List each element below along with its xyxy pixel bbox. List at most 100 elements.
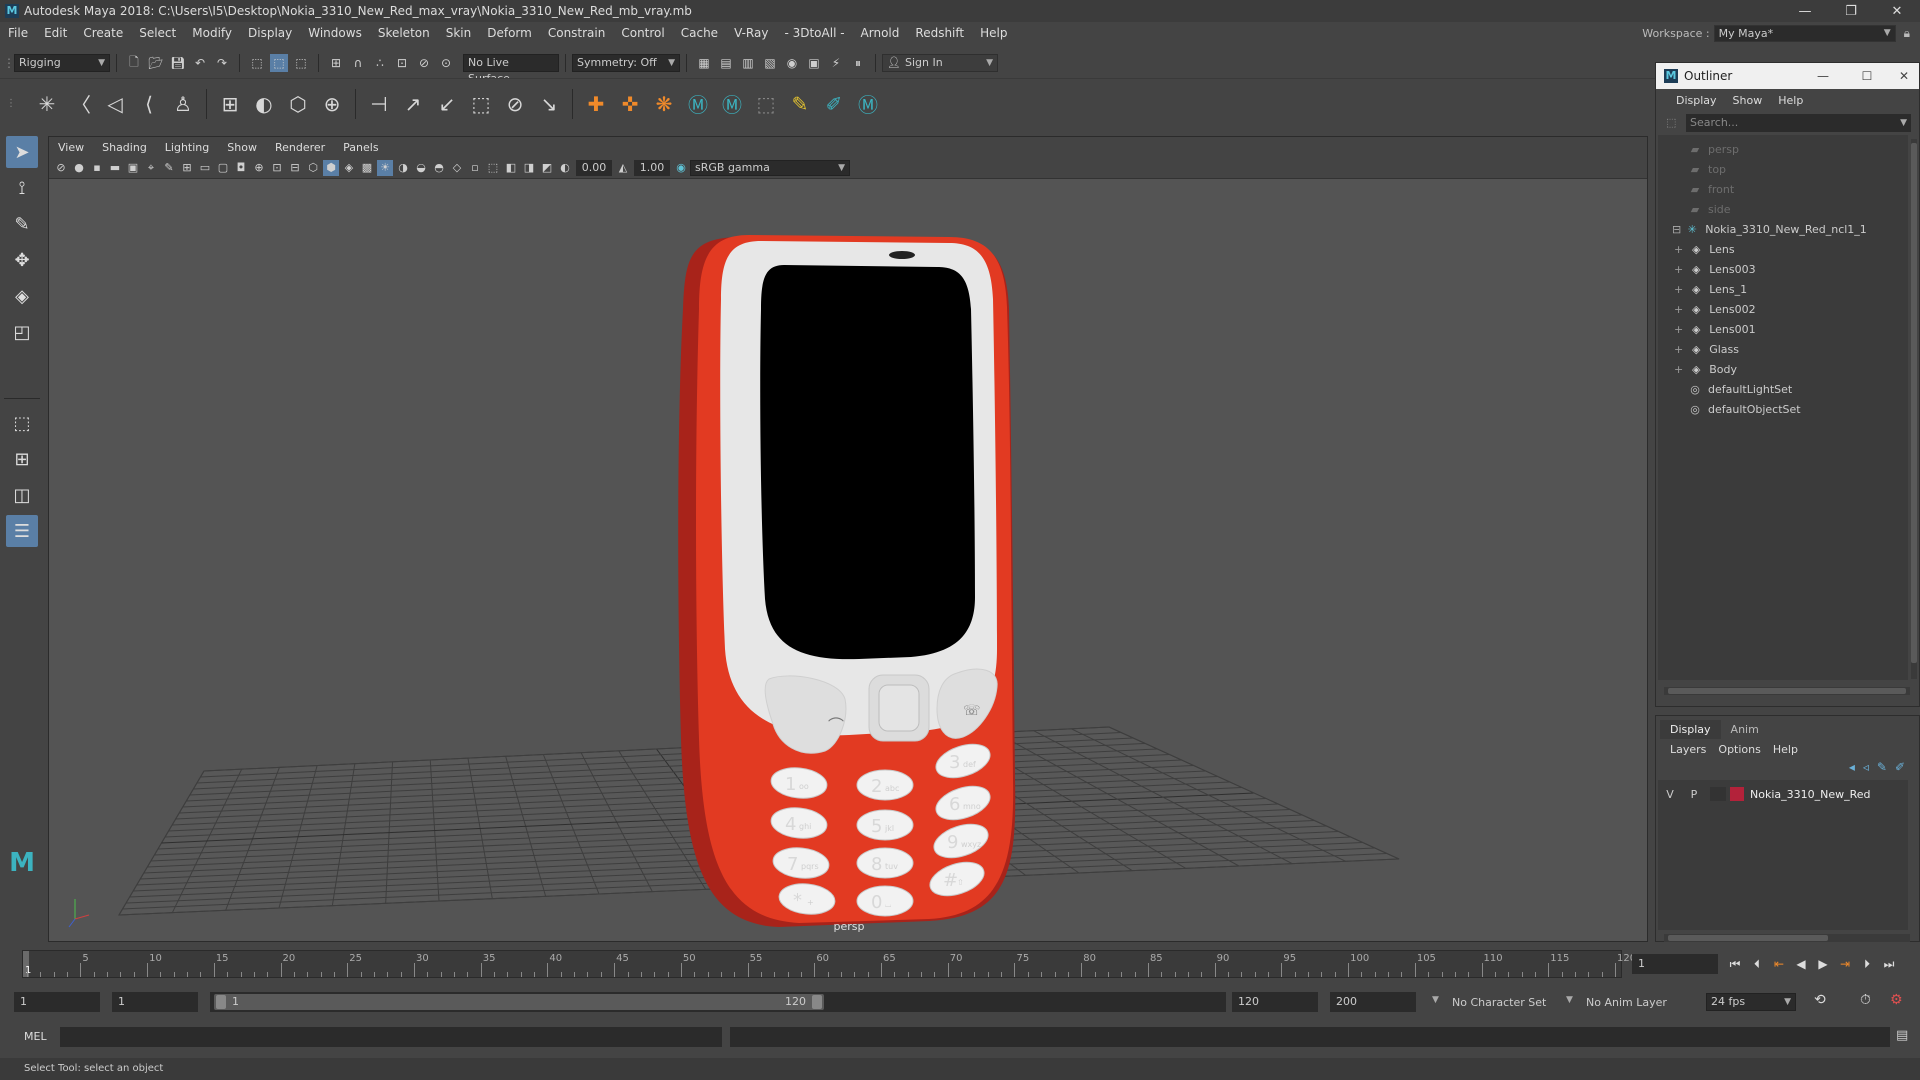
redo-icon[interactable]: ↷: [213, 54, 231, 72]
paint-select-icon[interactable]: ✎: [6, 208, 38, 240]
create-joint-icon[interactable]: ✳︎: [32, 89, 62, 119]
layer-row[interactable]: V P Nokia_3310_New_Red: [1658, 784, 1908, 804]
outliner-item[interactable]: ▰ front: [1658, 179, 1908, 199]
single-view-icon[interactable]: ⬚: [6, 407, 38, 439]
layer-visibility-toggle[interactable]: V: [1658, 788, 1682, 801]
scale-tool-icon[interactable]: ◰: [6, 316, 38, 348]
snap-point-icon[interactable]: ∴: [371, 54, 389, 72]
loop-icon[interactable]: ⟲: [1814, 992, 1826, 1008]
maximize-button[interactable]: ☐: [1845, 69, 1889, 83]
collapse-icon[interactable]: ⊟: [1672, 223, 1681, 236]
filter-icon[interactable]: ⬚: [1666, 116, 1676, 129]
nokia-phone-model[interactable]: ⌒ ☏ 1 oo 2 abc 3 def 4 ghi 5 jkl 6 mno 7 pqrs 8 tuv 9 wxy…: [678, 235, 1016, 927]
menu-deform[interactable]: Deform: [479, 26, 540, 40]
color-space-select[interactable]: sRGB gamma ▼: [690, 159, 850, 176]
menu-select[interactable]: Select: [131, 26, 184, 40]
menu-constrain[interactable]: Constrain: [540, 26, 614, 40]
move-layer-down-icon[interactable]: ◃: [1863, 760, 1869, 774]
select-hierarchy-icon[interactable]: ⬚: [248, 54, 266, 72]
animation-preferences-icon[interactable]: ⚙︎: [1890, 992, 1903, 1008]
menu-arnold[interactable]: Arnold: [853, 26, 908, 40]
expand-icon[interactable]: +: [1674, 283, 1683, 296]
exposure-field[interactable]: 0.00: [576, 159, 612, 176]
layer-menu-help[interactable]: Help: [1767, 743, 1804, 756]
render-view-icon[interactable]: ▦: [695, 54, 713, 72]
color-management-icon[interactable]: ◉: [673, 160, 689, 176]
horizontal-scrollbar[interactable]: [1664, 934, 1910, 942]
ipr-render-icon[interactable]: ▥: [739, 54, 757, 72]
set-key-icon[interactable]: ✚: [581, 89, 611, 119]
move-tool-icon[interactable]: ✥: [6, 244, 38, 276]
outliner-item[interactable]: + ◈ Glass: [1658, 339, 1908, 359]
placeholder-icon[interactable]: ⬚: [751, 89, 781, 119]
key-translate-icon[interactable]: ✜: [615, 89, 645, 119]
menu-modify[interactable]: Modify: [184, 26, 240, 40]
menu-v-ray[interactable]: V-Ray: [726, 26, 776, 40]
snap-curve-icon[interactable]: ∩: [349, 54, 367, 72]
two-view-icon[interactable]: ◫: [6, 479, 38, 511]
gate-mask-icon[interactable]: ◘: [233, 160, 249, 176]
vray-render-icon[interactable]: ▣: [805, 54, 823, 72]
viewport-scene[interactable]: ⌒ ☏ 1 oo 2 abc 3 def 4 ghi 5 jkl 6 mno 7 pqrs 8 tuv 9 wxy…: [49, 179, 1648, 942]
fps-select[interactable]: 24 fps ▼: [1706, 993, 1796, 1011]
workspace-select[interactable]: My Maya* ▼: [1713, 24, 1896, 42]
anti-alias-icon[interactable]: ◇: [449, 160, 465, 176]
viewport-menu-shading[interactable]: Shading: [93, 141, 156, 154]
outliner-menu-display[interactable]: Display: [1668, 94, 1725, 107]
lattice-icon[interactable]: ⬡: [283, 89, 313, 119]
command-input[interactable]: [60, 1027, 722, 1047]
parent-constraint-icon[interactable]: ↗: [398, 89, 428, 119]
ik-spline-icon[interactable]: ◁: [100, 89, 130, 119]
snap-grid-icon[interactable]: ⊞: [327, 54, 345, 72]
viewport-menu-panels[interactable]: Panels: [334, 141, 387, 154]
smooth-shade-icon[interactable]: ⬢: [323, 159, 339, 176]
play-forwards-icon[interactable]: ▶: [1812, 954, 1834, 974]
layer-playback-toggle[interactable]: P: [1682, 788, 1706, 801]
menu-skin[interactable]: Skin: [438, 26, 480, 40]
field-chart-icon[interactable]: ⊕: [251, 160, 267, 176]
menu-edit[interactable]: Edit: [36, 26, 75, 40]
expand-icon[interactable]: +: [1674, 343, 1683, 356]
rotate-tool-icon[interactable]: ◈: [6, 280, 38, 312]
expand-icon[interactable]: +: [1674, 243, 1683, 256]
grid-icon[interactable]: ⊞: [179, 160, 195, 176]
arnold-icon[interactable]: Ⓜ: [853, 89, 883, 119]
step-back-key-icon[interactable]: ⇤: [1768, 954, 1790, 974]
menu-windows[interactable]: Windows: [300, 26, 370, 40]
key-rotate-icon[interactable]: ❋: [649, 89, 679, 119]
outliner-item[interactable]: + ◈ Body: [1658, 359, 1908, 379]
lock-icon[interactable]: 🔒︎: [1904, 26, 1910, 41]
end-time-field[interactable]: 200: [1330, 992, 1416, 1012]
auto-key-icon[interactable]: ⏱︎: [1860, 992, 1871, 1008]
wireframe-on-shaded-icon[interactable]: ◈: [341, 160, 357, 176]
outliner-layout-icon[interactable]: ☰: [6, 515, 38, 547]
bookmark-icon[interactable]: ▬: [107, 160, 123, 176]
expand-icon[interactable]: +: [1674, 323, 1683, 336]
open-scene-icon[interactable]: 📂︎: [147, 54, 165, 72]
exposure-icon[interactable]: ◐: [557, 160, 573, 176]
orient-constraint-icon[interactable]: ⬚: [466, 89, 496, 119]
wireframe-icon[interactable]: ⬡: [305, 160, 321, 176]
outliner-item[interactable]: + ◈ Lens002: [1658, 299, 1908, 319]
restore-button[interactable]: ❐: [1828, 4, 1874, 19]
step-forward-key-icon[interactable]: ⇥: [1834, 954, 1856, 974]
menu-display[interactable]: Display: [240, 26, 300, 40]
paint-weights-icon[interactable]: ✎: [785, 89, 815, 119]
select-component-icon[interactable]: ⬚: [292, 54, 310, 72]
bind-skin-icon[interactable]: ⊞: [215, 89, 245, 119]
menu-3dtoall[interactable]: - 3DtoAll -: [776, 26, 852, 40]
time-ruler[interactable]: 1 5 10 15 20 25 30 35 40 45 50 55 60 65 70 75 80 85 90 95 1…: [22, 950, 1636, 978]
viewport-menu-show[interactable]: Show: [218, 141, 266, 154]
outliner-menu-show[interactable]: Show: [1725, 94, 1771, 107]
outliner-item[interactable]: + ◈ Lens001: [1658, 319, 1908, 339]
camera-lock-icon[interactable]: ●: [71, 160, 87, 176]
character-set-select[interactable]: No Character Set: [1452, 996, 1546, 1009]
snap-live-icon[interactable]: ⊙: [437, 54, 455, 72]
anim-layer-select[interactable]: No Anim Layer: [1586, 996, 1667, 1009]
go-to-start-icon[interactable]: ⏮: [1724, 954, 1746, 974]
layer-menu-options[interactable]: Options: [1712, 743, 1766, 756]
menu-cache[interactable]: Cache: [673, 26, 726, 40]
camera-select-icon[interactable]: ⊘: [53, 160, 69, 176]
lights-icon[interactable]: ☀︎: [377, 159, 393, 176]
tab-display[interactable]: Display: [1660, 720, 1721, 739]
